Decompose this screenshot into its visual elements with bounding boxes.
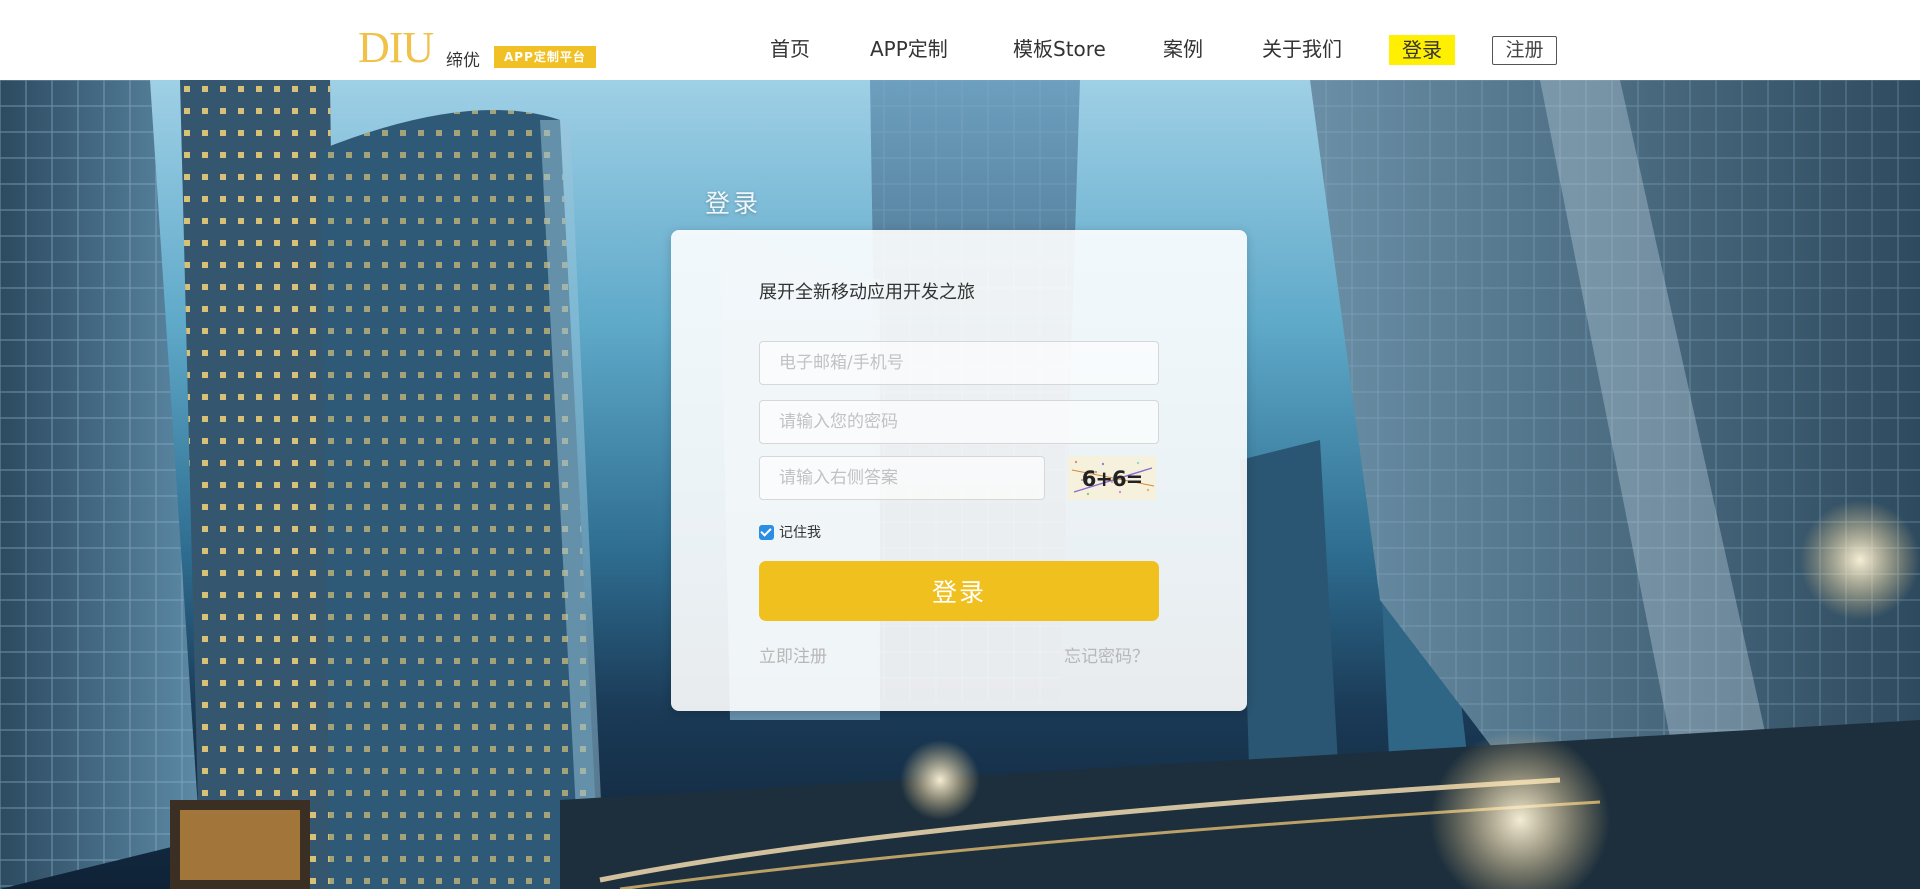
login-panel: 展开全新移动应用开发之旅 6+6= 记住我 登录 立即注册 忘记密码？ (671, 230, 1247, 711)
nav-register-button[interactable]: 注册 (1492, 36, 1557, 65)
nav-item-template-store[interactable]: 模板Store (1013, 36, 1106, 62)
captcha-text: 6+6= (1082, 467, 1142, 491)
login-submit-button[interactable]: 登录 (759, 561, 1159, 621)
account-input[interactable] (759, 341, 1159, 385)
forgot-password-link[interactable]: 忘记密码？ (1064, 642, 1149, 667)
checkbox-checked-icon[interactable] (759, 525, 774, 540)
top-navigation-bar: DIU 缔优 APP定制平台 首页 APP定制 模板Store 案例 关于我们 … (0, 0, 1920, 80)
platform-badge: APP定制平台 (494, 46, 596, 68)
captcha-input[interactable] (759, 456, 1045, 500)
logo-name: 缔优 (446, 51, 480, 71)
nav-item-about-us[interactable]: 关于我们 (1262, 36, 1342, 62)
remember-me-label: 记住我 (779, 525, 821, 541)
register-now-link[interactable]: 立即注册 (759, 642, 827, 667)
logo-mark: DIU (358, 23, 434, 72)
password-input[interactable] (759, 400, 1159, 444)
login-panel-title: 登录 (705, 189, 762, 218)
nav-item-cases[interactable]: 案例 (1163, 36, 1203, 62)
captcha-image[interactable]: 6+6= (1068, 456, 1156, 500)
nav-item-app-custom[interactable]: APP定制 (870, 36, 948, 62)
nav-item-home[interactable]: 首页 (770, 36, 810, 62)
login-tagline: 展开全新移动应用开发之旅 (759, 282, 975, 303)
nav-login-button[interactable]: 登录 (1389, 35, 1455, 65)
